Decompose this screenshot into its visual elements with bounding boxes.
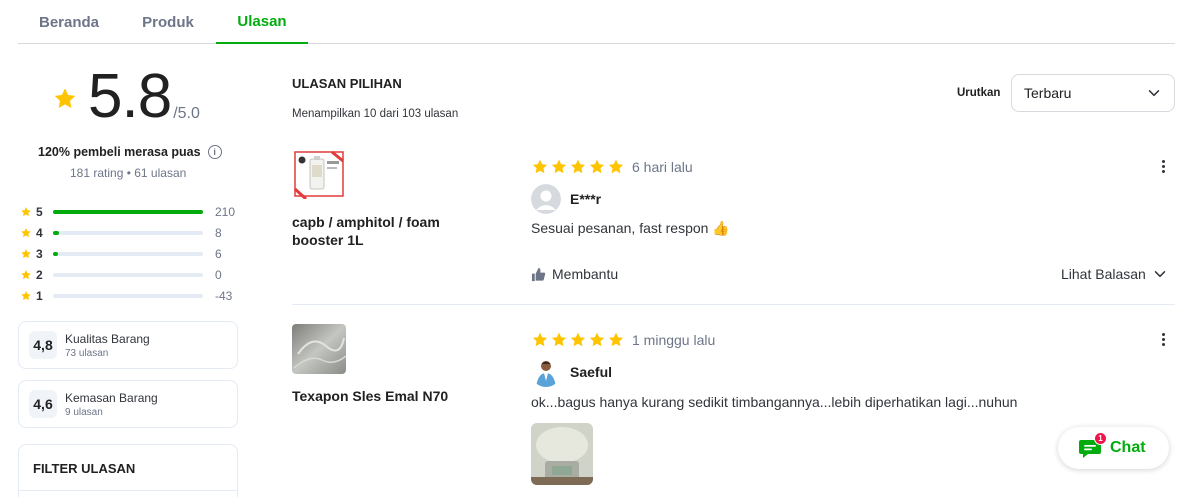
review-time: 6 hari lalu [632, 159, 693, 175]
aspect-card-quality[interactable]: 4,8 Kualitas Barang 73 ulasan [18, 321, 238, 369]
review-stars: 6 hari lalu [531, 158, 693, 176]
distribution-fill [53, 209, 203, 214]
average-rating: 5.8 [88, 62, 172, 131]
star-icon [20, 269, 32, 281]
review-stars: 1 minggu lalu [531, 331, 715, 349]
reviewer-name: E***r [570, 191, 602, 207]
distribution-row: 3 6 [20, 243, 240, 264]
aspect-count: 73 ulasan [65, 347, 109, 359]
distribution-row: 4 8 [20, 222, 240, 243]
aspect-count: 9 ulasan [65, 406, 103, 418]
sort-label: Urutkan [957, 87, 1001, 99]
aspect-title: Kemasan Barang [65, 390, 158, 405]
see-replies-label: Lihat Balasan [1061, 266, 1146, 282]
star-icon [20, 206, 32, 218]
star-icon [550, 331, 568, 349]
helpful-label: Membantu [552, 266, 619, 282]
avatar [531, 357, 561, 387]
see-replies-button[interactable]: Lihat Balasan [1061, 266, 1166, 282]
distribution-bar [53, 293, 203, 298]
star-icon [20, 248, 32, 260]
thumbs-up-icon [531, 267, 546, 281]
divider [19, 490, 237, 491]
satisfaction-label: 120% pembeli merasa puas [38, 145, 201, 159]
aspect-title: Kualitas Barang [65, 331, 150, 346]
reviewer-name: Saeful [570, 364, 613, 380]
chat-button[interactable]: 1 Chat [1058, 427, 1169, 469]
star-icon [607, 158, 625, 176]
review-text: ok...bagus hanya kurang sedikit timbanga… [531, 394, 1018, 410]
filter-panel: FILTER ULASAN [18, 444, 238, 497]
avatar [531, 184, 561, 214]
distribution-bar [53, 251, 203, 256]
star-count: 210 [215, 204, 236, 219]
star-icon [531, 158, 549, 176]
tab-produk[interactable]: Produk [120, 0, 216, 44]
star-level: 2 [36, 267, 43, 282]
star-icon [607, 331, 625, 349]
distribution-row: 1 -43 [20, 285, 240, 306]
showing-count: Menampilkan 10 dari 103 ulasan [292, 108, 459, 120]
product-thumbnail[interactable] [292, 149, 346, 199]
satisfaction-text: 120% pembeli merasa puas i [38, 145, 222, 159]
sort-dropdown[interactable]: Terbaru [1011, 74, 1175, 112]
star-icon [569, 158, 587, 176]
product-name[interactable]: capb / amphitol / foam booster 1L [292, 213, 462, 249]
sort-value: Terbaru [1024, 85, 1072, 101]
distribution-bar [53, 272, 203, 277]
chevron-down-icon [1148, 90, 1160, 97]
star-count: 6 [215, 246, 222, 261]
star-icon [588, 158, 606, 176]
star-count: 8 [215, 225, 222, 240]
more-options-icon[interactable] [1159, 331, 1167, 351]
distribution-bar [53, 209, 203, 214]
distribution-row: 2 0 [20, 264, 240, 285]
star-count: 0 [215, 267, 222, 282]
helpful-button[interactable]: Membantu [531, 266, 618, 282]
star-count: -43 [215, 288, 233, 303]
distribution-fill [53, 251, 58, 256]
star-level: 5 [36, 204, 43, 219]
star-level: 3 [36, 246, 43, 261]
tab-beranda[interactable]: Beranda [18, 0, 120, 44]
rating-counts: 181 rating • 61 ulasan [70, 166, 187, 180]
star-icon [569, 331, 587, 349]
star-icon [588, 331, 606, 349]
distribution-fill [53, 230, 59, 235]
aspect-card-packaging[interactable]: 4,6 Kemasan Barang 9 ulasan [18, 380, 238, 428]
tab-bar: Beranda Produk Ulasan [18, 0, 1175, 44]
chat-badge: 1 [1094, 432, 1107, 445]
info-icon[interactable]: i [207, 145, 222, 159]
star-icon [52, 86, 78, 112]
aspect-score: 4,6 [29, 390, 57, 418]
rating-distribution: 5 210 4 8 3 6 2 0 1 -43 [20, 201, 240, 306]
star-icon [20, 290, 32, 302]
more-options-icon[interactable] [1159, 158, 1167, 178]
review-time: 1 minggu lalu [632, 332, 716, 348]
divider [292, 304, 1175, 305]
rating-max: /5.0 [173, 105, 200, 122]
filter-title: FILTER ULASAN [33, 461, 136, 476]
chevron-down-icon [1154, 271, 1166, 278]
rating-summary: 5.8 /5.0 [52, 66, 200, 128]
review-text: Sesuai pesanan, fast respon 👍 [531, 220, 730, 236]
section-title: ULASAN PILIHAN [292, 76, 402, 91]
star-level: 4 [36, 225, 43, 240]
star-icon [550, 158, 568, 176]
star-level: 1 [36, 288, 43, 303]
tab-ulasan[interactable]: Ulasan [216, 0, 308, 44]
product-thumbnail[interactable] [292, 324, 346, 374]
distribution-bar [53, 230, 203, 235]
product-name[interactable]: Texapon Sles Emal N70 [292, 387, 462, 405]
aspect-score: 4,8 [29, 331, 57, 359]
distribution-row: 5 210 [20, 201, 240, 222]
star-icon [20, 227, 32, 239]
chat-label: Chat [1110, 439, 1146, 456]
chat-icon: 1 [1078, 432, 1107, 459]
review-photo[interactable] [531, 423, 593, 485]
star-icon [531, 331, 549, 349]
